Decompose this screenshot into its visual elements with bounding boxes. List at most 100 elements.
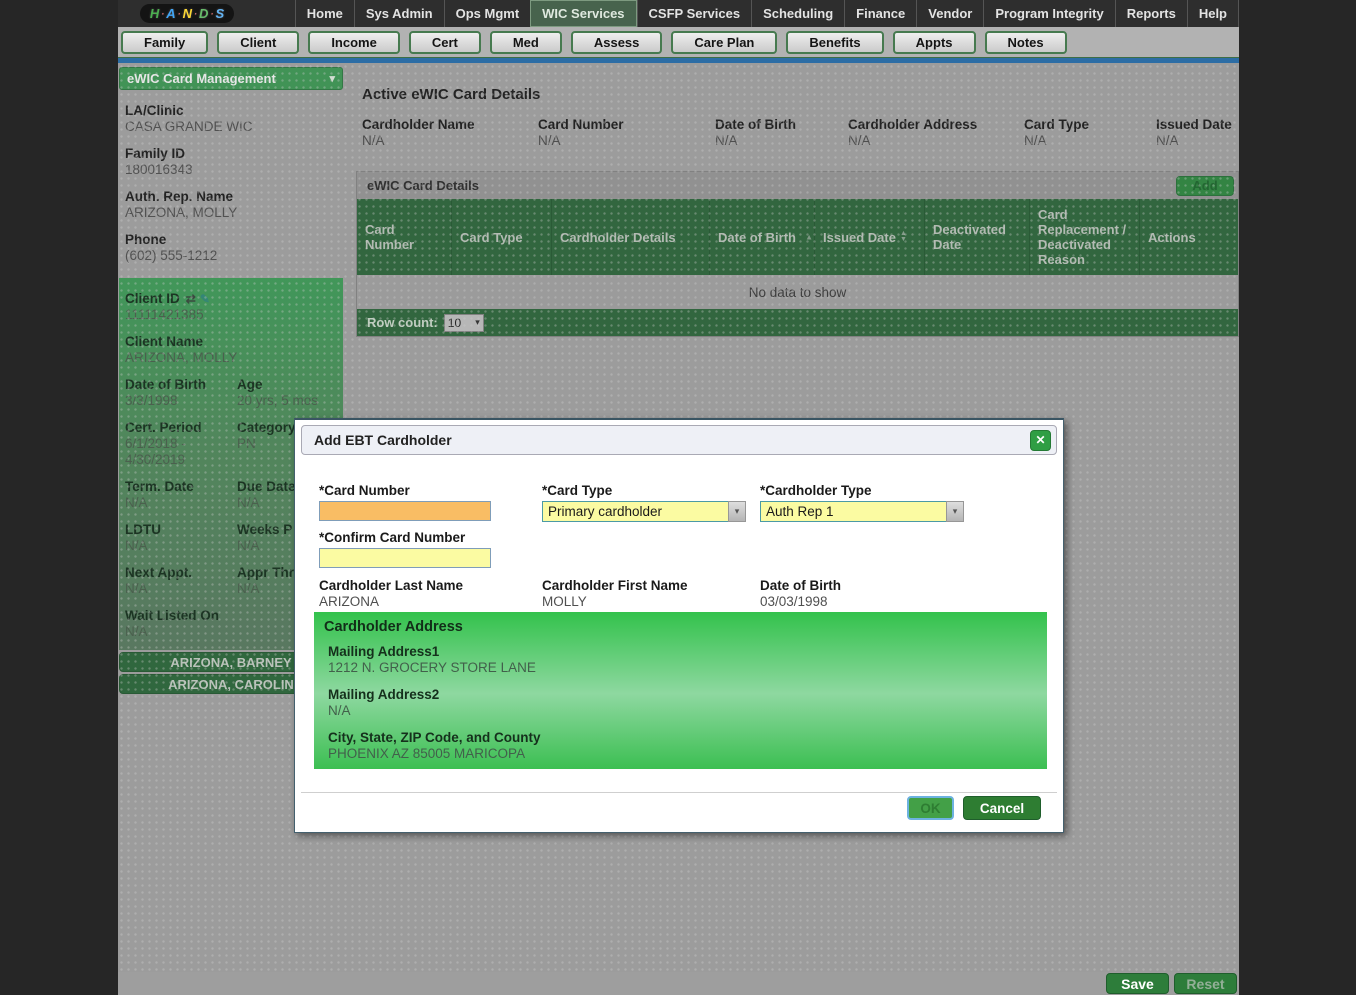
tab-appts[interactable]: Appts (893, 31, 976, 54)
column-deactivated-date[interactable]: Deactivated Date (925, 199, 1030, 275)
cardholder-address-label: Cardholder Address (848, 117, 1024, 133)
column-issued-date[interactable]: Issued Date▲▼ (815, 199, 925, 275)
nav-item-home[interactable]: Home (295, 0, 354, 27)
chevron-down-icon: ▾ (728, 501, 746, 522)
nav-items: Home Sys Admin Ops Mgmt WIC Services CSF… (295, 0, 1239, 27)
modal-header: Add EBT Cardholder ✕ (301, 425, 1057, 455)
phone-value: (602) 555-1212 (125, 248, 337, 264)
nav-item-sys-admin[interactable]: Sys Admin (354, 0, 444, 27)
nav-item-scheduling[interactable]: Scheduling (751, 0, 844, 27)
tab-family[interactable]: Family (121, 31, 208, 54)
phone-label: Phone (125, 232, 337, 248)
cert-period-value: 6/1/2018 - 4/30/2019 (125, 436, 237, 468)
column-card-replacement-reason[interactable]: Card Replacement / Deactivated Reason (1030, 199, 1140, 275)
tab-care-plan[interactable]: Care Plan (671, 31, 777, 54)
nav-item-reports[interactable]: Reports (1115, 0, 1187, 27)
row-count-value: 10 (448, 316, 461, 330)
tab-client[interactable]: Client (217, 31, 299, 54)
logo-letter: A (166, 6, 175, 21)
save-button[interactable]: Save (1106, 973, 1169, 994)
main-content: Active eWIC Card Details Cardholder Name… (356, 63, 1239, 337)
dob-label: Date of Birth (125, 377, 237, 393)
card-type-value: N/A (1024, 133, 1156, 149)
confirm-card-number-input[interactable] (319, 548, 491, 568)
nav-item-wic-services[interactable]: WIC Services (530, 0, 636, 27)
cardholder-address-panel: Cardholder Address Mailing Address11212 … (314, 612, 1047, 769)
next-appt-label: Next Appt. (125, 565, 237, 581)
auth-rep-label: Auth. Rep. Name (125, 189, 337, 205)
cardholder-last-name-value: ARIZONA (319, 594, 539, 610)
term-date-value: N/A (125, 495, 237, 511)
date-of-birth-label: Date of Birth (715, 117, 848, 133)
panel-header: eWIC Card Details Add (357, 172, 1238, 199)
tab-income[interactable]: Income (308, 31, 400, 54)
reset-button[interactable]: Reset (1174, 973, 1237, 994)
nav-item-csfp-services[interactable]: CSFP Services (637, 0, 752, 27)
cardholder-name-label: Cardholder Name (362, 117, 538, 133)
logo-letter: N (183, 6, 192, 21)
logo-letter: H (150, 6, 159, 21)
column-date-of-birth[interactable]: Date of Birth▲ (710, 199, 815, 275)
client-name-value: ARIZONA, MOLLY (125, 350, 337, 366)
chevron-down-icon: ▾ (329, 72, 335, 85)
logo-dot: · (194, 9, 197, 19)
auth-rep-value: ARIZONA, MOLLY (125, 205, 337, 221)
nav-item-help[interactable]: Help (1187, 0, 1239, 27)
column-actions[interactable]: Actions (1140, 199, 1238, 275)
next-appt-value: N/A (125, 581, 237, 597)
sort-icon: ▲ (805, 233, 813, 242)
nav-item-finance[interactable]: Finance (844, 0, 916, 27)
sidebar-section-dropdown[interactable]: eWIC Card Management ▾ (119, 67, 343, 90)
empty-table-message: No data to show (357, 275, 1238, 309)
add-ebt-cardholder-modal: Add EBT Cardholder ✕ *Card Number *Card … (294, 418, 1064, 833)
tab-benefits[interactable]: Benefits (786, 31, 883, 54)
card-type-select[interactable]: Primary cardholder ▾ (542, 501, 746, 522)
column-cardholder-details[interactable]: Cardholder Details (552, 199, 710, 275)
tab-med[interactable]: Med (490, 31, 562, 54)
transfer-icon[interactable]: ⇄ (186, 292, 196, 306)
hands-logo-letters: H·A·N·D·S (140, 4, 234, 23)
cardholder-first-name-value: MOLLY (542, 594, 760, 610)
ok-button[interactable]: OK (907, 796, 954, 820)
sidebar-section-label: eWIC Card Management (127, 71, 276, 86)
nav-item-vendor[interactable]: Vendor (916, 0, 983, 27)
family-id-label: Family ID (125, 146, 337, 162)
card-type-label: Card Type (1024, 117, 1156, 133)
la-clinic-value: CASA GRANDE WIC (125, 119, 337, 135)
cardholder-type-select[interactable]: Auth Rep 1 ▾ (760, 501, 964, 522)
page-title: Active eWIC Card Details (362, 86, 1239, 103)
logo-letter: S (215, 6, 224, 21)
mailing-address2-value: N/A (328, 703, 1037, 719)
cardholder-address-value: N/A (848, 133, 1024, 149)
nav-item-ops-mgmt[interactable]: Ops Mgmt (444, 0, 531, 27)
card-type-field-label: *Card Type (542, 483, 746, 499)
column-card-type[interactable]: Card Type (452, 199, 552, 275)
active-card-summary: Cardholder NameN/A Card NumberN/A Date o… (362, 117, 1239, 149)
column-card-number[interactable]: Card Number (357, 199, 452, 275)
card-number-value: N/A (538, 133, 715, 149)
tab-notes[interactable]: Notes (985, 31, 1067, 54)
logo-dot: · (161, 9, 164, 19)
tab-assess[interactable]: Assess (571, 31, 663, 54)
age-value: 20 yrs, 5 mos (237, 393, 337, 409)
ldtu-value: N/A (125, 538, 237, 554)
sort-icon: ▲▼ (900, 231, 907, 243)
client-name-label: Client Name (125, 334, 337, 350)
row-count-select[interactable]: 10 ▾ (444, 314, 484, 332)
top-nav: H·A·N·D·S Home Sys Admin Ops Mgmt WIC Se… (118, 0, 1239, 27)
cardholder-address-title: Cardholder Address (324, 619, 1037, 635)
tab-cert[interactable]: Cert (409, 31, 481, 54)
family-id-value: 180016343 (125, 162, 337, 178)
close-icon[interactable]: ✕ (1030, 430, 1051, 451)
nav-item-program-integrity[interactable]: Program Integrity (983, 0, 1114, 27)
chevron-down-icon: ▾ (946, 501, 964, 522)
card-number-input[interactable] (319, 501, 491, 521)
cancel-button[interactable]: Cancel (963, 796, 1041, 820)
row-count-label: Row count: (367, 315, 438, 330)
edit-icon[interactable]: ✎ (200, 292, 210, 306)
la-clinic-label: LA/Clinic (125, 103, 337, 119)
add-card-button[interactable]: Add (1176, 176, 1234, 196)
mailing-address1-label: Mailing Address1 (328, 644, 1037, 660)
ewic-card-details-panel: eWIC Card Details Add Card Number Card T… (356, 171, 1239, 337)
app-window: H·A·N·D·S Home Sys Admin Ops Mgmt WIC Se… (118, 0, 1239, 995)
